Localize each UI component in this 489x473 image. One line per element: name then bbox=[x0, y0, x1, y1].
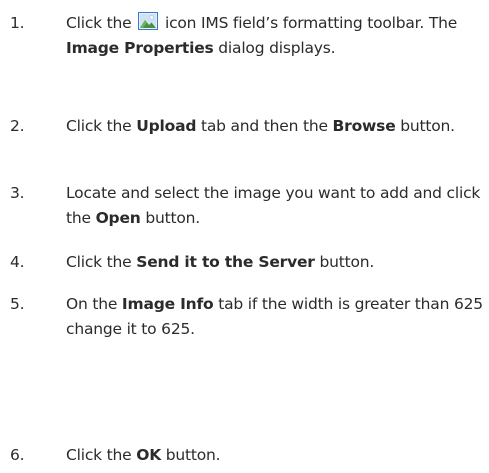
step-number: 2. bbox=[10, 117, 25, 135]
step-number: 5. bbox=[10, 295, 25, 313]
instruction-list: 1. Click the icon IMS field’s formatting… bbox=[0, 0, 489, 473]
step-text: Click the OK button. bbox=[66, 446, 221, 464]
step-text: Click the icon IMS field’s formatting to… bbox=[66, 12, 458, 57]
step-number: 1. bbox=[10, 14, 25, 32]
step-text: Click the Send it to the Server button. bbox=[66, 253, 375, 271]
step-number: 3. bbox=[10, 184, 25, 202]
step-text: Locate and select the image you want to … bbox=[66, 184, 481, 227]
step-text: On the Image Info tab if the width is gr… bbox=[66, 295, 483, 338]
image-icon bbox=[138, 12, 159, 30]
step-number: 4. bbox=[10, 253, 25, 271]
step-text: Click the Upload tab and then the Browse… bbox=[66, 117, 455, 135]
step-number: 6. bbox=[10, 446, 25, 464]
